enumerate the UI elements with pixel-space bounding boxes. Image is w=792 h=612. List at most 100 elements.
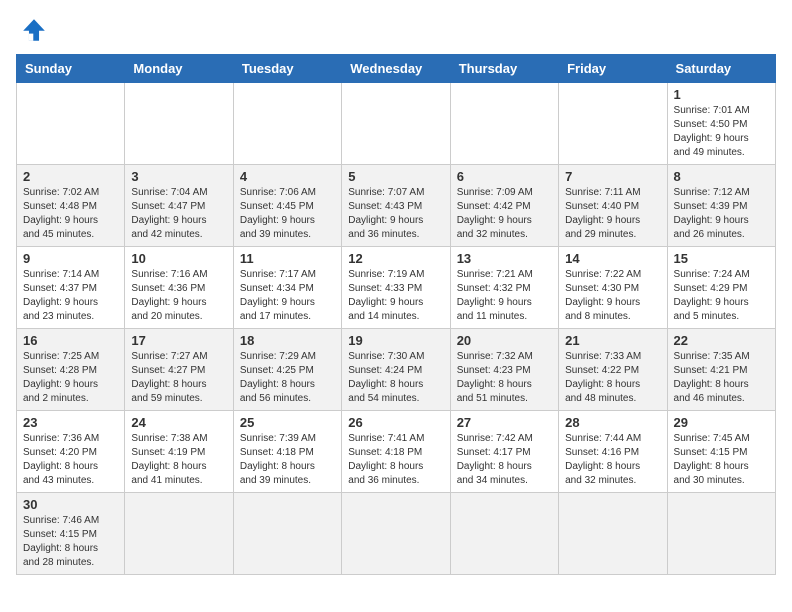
day-info: Sunrise: 7:35 AM Sunset: 4:21 PM Dayligh…	[674, 350, 769, 406]
day-cell	[233, 493, 341, 575]
day-number: 23	[23, 415, 118, 430]
day-header-monday: Monday	[125, 55, 233, 83]
day-cell	[17, 83, 125, 165]
day-number: 7	[565, 169, 660, 184]
day-cell	[125, 493, 233, 575]
day-number: 29	[674, 415, 769, 430]
day-cell: 23 Sunrise: 7:36 AM Sunset: 4:20 PM Dayli…	[17, 411, 125, 493]
logo	[16, 16, 56, 44]
logo-icon	[16, 16, 52, 44]
calendar: SundayMondayTuesdayWednesdayThursdayFrid…	[16, 54, 776, 575]
day-cell: 24 Sunrise: 7:38 AM Sunset: 4:19 PM Dayli…	[125, 411, 233, 493]
day-cell: 28Sunrise: 7:44 AM Sunset: 4:16 PM Dayli…	[559, 411, 667, 493]
day-info: Sunrise: 7:04 AM Sunset: 4:47 PM Dayligh…	[131, 186, 226, 242]
day-cell: 1Sunrise: 7:01 AM Sunset: 4:50 PM Daylig…	[667, 83, 775, 165]
day-info: Sunrise: 7:24 AM Sunset: 4:29 PM Dayligh…	[674, 268, 769, 324]
day-info: Sunrise: 7:02 AM Sunset: 4:48 PM Dayligh…	[23, 186, 118, 242]
day-number: 28	[565, 415, 660, 430]
day-number: 20	[457, 333, 552, 348]
day-number: 4	[240, 169, 335, 184]
day-cell	[450, 493, 558, 575]
day-info: Sunrise: 7:27 AM Sunset: 4:27 PM Dayligh…	[131, 350, 226, 406]
day-number: 16	[23, 333, 118, 348]
day-cell: 17Sunrise: 7:27 AM Sunset: 4:27 PM Dayli…	[125, 329, 233, 411]
day-number: 30	[23, 497, 118, 512]
day-cell: 30 Sunrise: 7:46 AM Sunset: 4:15 PM Dayli…	[17, 493, 125, 575]
day-info: Sunrise: 7:45 AM Sunset: 4:15 PM Dayligh…	[674, 432, 769, 488]
day-info: Sunrise: 7:22 AM Sunset: 4:30 PM Dayligh…	[565, 268, 660, 324]
day-number: 19	[348, 333, 443, 348]
day-cell	[450, 83, 558, 165]
day-info: Sunrise: 7:30 AM Sunset: 4:24 PM Dayligh…	[348, 350, 443, 406]
day-cell: 7Sunrise: 7:11 AM Sunset: 4:40 PM Daylig…	[559, 165, 667, 247]
day-header-tuesday: Tuesday	[233, 55, 341, 83]
day-info: Sunrise: 7:32 AM Sunset: 4:23 PM Dayligh…	[457, 350, 552, 406]
day-cell: 15 Sunrise: 7:24 AM Sunset: 4:29 PM Dayli…	[667, 247, 775, 329]
day-info: Sunrise: 7:33 AM Sunset: 4:22 PM Dayligh…	[565, 350, 660, 406]
week-row-3: 9 Sunrise: 7:14 AM Sunset: 4:37 PM Daylig…	[17, 247, 776, 329]
week-row-1: 1Sunrise: 7:01 AM Sunset: 4:50 PM Daylig…	[17, 83, 776, 165]
day-number: 2	[23, 169, 118, 184]
day-number: 10	[131, 251, 226, 266]
day-header-thursday: Thursday	[450, 55, 558, 83]
day-cell: 20 Sunrise: 7:32 AM Sunset: 4:23 PM Dayli…	[450, 329, 558, 411]
week-row-2: 2 Sunrise: 7:02 AM Sunset: 4:48 PM Daylig…	[17, 165, 776, 247]
day-number: 6	[457, 169, 552, 184]
day-number: 22	[674, 333, 769, 348]
day-number: 18	[240, 333, 335, 348]
day-info: Sunrise: 7:25 AM Sunset: 4:28 PM Dayligh…	[23, 350, 118, 406]
day-info: Sunrise: 7:19 AM Sunset: 4:33 PM Dayligh…	[348, 268, 443, 324]
day-number: 14	[565, 251, 660, 266]
day-info: Sunrise: 7:07 AM Sunset: 4:43 PM Dayligh…	[348, 186, 443, 242]
day-info: Sunrise: 7:42 AM Sunset: 4:17 PM Dayligh…	[457, 432, 552, 488]
day-info: Sunrise: 7:16 AM Sunset: 4:36 PM Dayligh…	[131, 268, 226, 324]
day-info: Sunrise: 7:14 AM Sunset: 4:37 PM Dayligh…	[23, 268, 118, 324]
day-number: 3	[131, 169, 226, 184]
day-cell: 14 Sunrise: 7:22 AM Sunset: 4:30 PM Dayli…	[559, 247, 667, 329]
day-number: 24	[131, 415, 226, 430]
week-row-4: 16 Sunrise: 7:25 AM Sunset: 4:28 PM Dayli…	[17, 329, 776, 411]
day-cell	[342, 493, 450, 575]
day-cell: 22 Sunrise: 7:35 AM Sunset: 4:21 PM Dayli…	[667, 329, 775, 411]
day-number: 25	[240, 415, 335, 430]
day-number: 12	[348, 251, 443, 266]
day-info: Sunrise: 7:29 AM Sunset: 4:25 PM Dayligh…	[240, 350, 335, 406]
days-header-row: SundayMondayTuesdayWednesdayThursdayFrid…	[17, 55, 776, 83]
day-info: Sunrise: 7:17 AM Sunset: 4:34 PM Dayligh…	[240, 268, 335, 324]
day-info: Sunrise: 7:41 AM Sunset: 4:18 PM Dayligh…	[348, 432, 443, 488]
day-cell	[559, 83, 667, 165]
day-cell	[233, 83, 341, 165]
day-info: Sunrise: 7:39 AM Sunset: 4:18 PM Dayligh…	[240, 432, 335, 488]
day-info: Sunrise: 7:46 AM Sunset: 4:15 PM Dayligh…	[23, 514, 118, 570]
day-cell: 18 Sunrise: 7:29 AM Sunset: 4:25 PM Dayli…	[233, 329, 341, 411]
page-header	[16, 16, 776, 44]
day-number: 21	[565, 333, 660, 348]
day-number: 9	[23, 251, 118, 266]
day-info: Sunrise: 7:06 AM Sunset: 4:45 PM Dayligh…	[240, 186, 335, 242]
day-cell: 26Sunrise: 7:41 AM Sunset: 4:18 PM Dayli…	[342, 411, 450, 493]
day-cell: 10 Sunrise: 7:16 AM Sunset: 4:36 PM Dayli…	[125, 247, 233, 329]
day-cell: 6Sunrise: 7:09 AM Sunset: 4:42 PM Daylig…	[450, 165, 558, 247]
day-cell: 19 Sunrise: 7:30 AM Sunset: 4:24 PM Dayli…	[342, 329, 450, 411]
day-cell: 4 Sunrise: 7:06 AM Sunset: 4:45 PM Daylig…	[233, 165, 341, 247]
day-number: 8	[674, 169, 769, 184]
day-number: 5	[348, 169, 443, 184]
day-cell: 9 Sunrise: 7:14 AM Sunset: 4:37 PM Daylig…	[17, 247, 125, 329]
day-cell: 16 Sunrise: 7:25 AM Sunset: 4:28 PM Dayli…	[17, 329, 125, 411]
week-row-6: 30 Sunrise: 7:46 AM Sunset: 4:15 PM Dayli…	[17, 493, 776, 575]
day-cell: 2 Sunrise: 7:02 AM Sunset: 4:48 PM Daylig…	[17, 165, 125, 247]
day-header-friday: Friday	[559, 55, 667, 83]
day-header-saturday: Saturday	[667, 55, 775, 83]
day-info: Sunrise: 7:36 AM Sunset: 4:20 PM Dayligh…	[23, 432, 118, 488]
day-cell: 21 Sunrise: 7:33 AM Sunset: 4:22 PM Dayli…	[559, 329, 667, 411]
day-number: 11	[240, 251, 335, 266]
day-cell: 13Sunrise: 7:21 AM Sunset: 4:32 PM Dayli…	[450, 247, 558, 329]
day-cell: 25 Sunrise: 7:39 AM Sunset: 4:18 PM Dayli…	[233, 411, 341, 493]
day-cell	[667, 493, 775, 575]
day-cell: 29 Sunrise: 7:45 AM Sunset: 4:15 PM Dayli…	[667, 411, 775, 493]
day-info: Sunrise: 7:38 AM Sunset: 4:19 PM Dayligh…	[131, 432, 226, 488]
day-number: 15	[674, 251, 769, 266]
day-info: Sunrise: 7:12 AM Sunset: 4:39 PM Dayligh…	[674, 186, 769, 242]
day-cell	[342, 83, 450, 165]
day-number: 13	[457, 251, 552, 266]
